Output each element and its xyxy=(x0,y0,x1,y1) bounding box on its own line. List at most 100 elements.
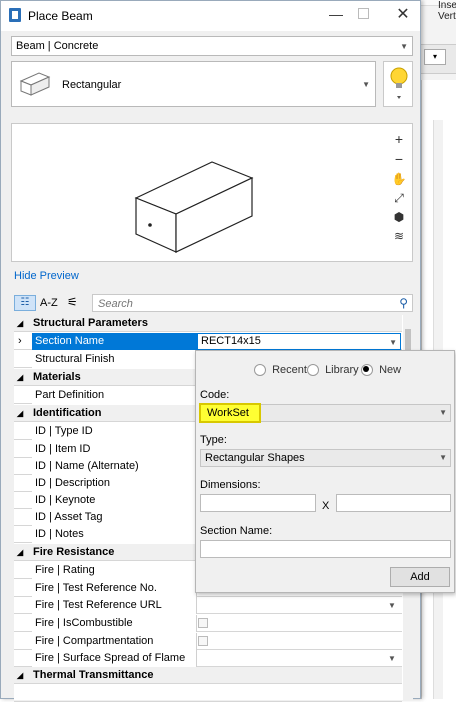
hide-preview-link[interactable]: Hide Preview xyxy=(14,270,79,282)
radio-new[interactable]: New xyxy=(361,364,401,377)
ribbon-vertex-label[interactable]: Verte xyxy=(438,11,456,22)
chevron-down-icon: ▼ xyxy=(389,338,397,347)
chevron-down-icon: ▼ xyxy=(362,80,370,89)
collapse-icon: ◢ xyxy=(17,409,24,418)
preview-toolbar: + − ✋ ⤢ ⬢ ≋ xyxy=(389,127,410,249)
zoom-in-icon[interactable]: + xyxy=(389,129,409,149)
part-definition-label: Part Definition xyxy=(32,387,197,404)
row-fire-surface-spread[interactable]: Fire | Surface Spread of Flame ▼ xyxy=(14,650,402,667)
row-fire-compartmentation[interactable]: Fire | Compartmentation xyxy=(14,633,402,650)
title-bar: Place Beam — ✕ xyxy=(1,1,420,31)
pan-hand-icon[interactable]: ✋ xyxy=(389,169,409,189)
id-notes-label: ID | Notes xyxy=(32,526,197,543)
add-button[interactable]: Add xyxy=(390,567,450,587)
category-structural[interactable]: ◢ Structural Parameters xyxy=(14,315,402,332)
id-description-label: ID | Description xyxy=(32,475,197,492)
chevron-down-icon[interactable]: ▼ xyxy=(388,597,396,614)
fit-view-icon[interactable]: ⤢ xyxy=(389,188,409,208)
preview-panel: + − ✋ ⤢ ⬢ ≋ xyxy=(11,123,413,262)
window-title: Place Beam xyxy=(28,9,93,23)
id-type-label: ID | Type ID xyxy=(32,423,197,440)
radio-recent-circle[interactable] xyxy=(254,364,266,377)
id-keynote-label: ID | Keynote xyxy=(32,492,197,509)
fire-test-ref-no-label: Fire | Test Reference No. xyxy=(32,580,197,597)
expand-arrow-icon: › xyxy=(18,335,22,347)
combustible-checkbox[interactable] xyxy=(198,618,208,628)
ribbon-insert-label[interactable]: Inse xyxy=(438,0,456,11)
chevron-down-icon: ▼ xyxy=(400,42,408,51)
row-fire-combustible[interactable]: Fire | IsCombustible xyxy=(14,615,402,632)
compartmentation-checkbox[interactable] xyxy=(198,636,208,646)
fire-compartmentation-label: Fire | Compartmentation xyxy=(32,633,197,650)
category-materials-label: Materials xyxy=(33,371,81,383)
category-thermal-label: Thermal Transmittance xyxy=(33,669,154,681)
category-structural-label: Structural Parameters xyxy=(33,317,148,329)
fire-surface-spread-label: Fire | Surface Spread of Flame xyxy=(32,650,197,667)
shape-label: Rectangular xyxy=(62,79,122,91)
chevron-down-icon[interactable]: ▼ xyxy=(388,650,396,667)
category-identification-label: Identification xyxy=(33,407,102,419)
fire-rating-label: Fire | Rating xyxy=(32,562,197,579)
radio-recent-label: Recent xyxy=(272,364,307,376)
filter-icon[interactable]: ⚟ xyxy=(67,295,87,309)
radio-library-circle[interactable] xyxy=(307,364,319,377)
zoom-out-icon[interactable]: − xyxy=(389,149,409,169)
section-name-field-label: Section Name: xyxy=(200,525,273,537)
section-name-combo[interactable]: RECT14x15 ▼ xyxy=(197,333,401,350)
dimension-x-label: X xyxy=(322,500,330,512)
search-input[interactable] xyxy=(96,296,390,312)
maximize-button[interactable] xyxy=(358,8,369,19)
code-combo[interactable]: WorkSet ▼ xyxy=(199,403,451,423)
dimension-height-input[interactable] xyxy=(336,494,451,512)
radio-new-circle[interactable] xyxy=(361,364,373,377)
sort-az-button[interactable]: A-Z xyxy=(40,297,60,309)
radio-recent[interactable]: Recent xyxy=(254,364,307,377)
background-dropdown[interactable]: ▾ xyxy=(424,49,446,65)
collapse-icon: ◢ xyxy=(17,319,24,328)
collapse-icon: ◢ xyxy=(17,548,24,557)
code-value: WorkSet xyxy=(199,403,261,423)
view-cube-icon[interactable]: ⬢ xyxy=(389,207,409,227)
code-label: Code: xyxy=(200,389,230,401)
search-icon[interactable]: ⚲ xyxy=(399,296,408,310)
type-combo[interactable]: Rectangular Shapes ▼ xyxy=(200,449,451,467)
chevron-down-icon: ▼ xyxy=(439,453,447,462)
minimize-button[interactable]: — xyxy=(326,6,346,26)
category-view-button[interactable]: ☷ xyxy=(14,295,36,311)
layers-icon[interactable]: ≋ xyxy=(389,226,409,246)
radio-library-label: Library xyxy=(325,364,359,376)
row-thermal-partial[interactable] xyxy=(14,685,402,702)
id-name-alt-label: ID | Name (Alternate) xyxy=(32,458,197,475)
dimensions-label: Dimensions: xyxy=(200,479,261,491)
id-item-label: ID | Item ID xyxy=(32,441,197,458)
beam-thumbnail-icon xyxy=(17,67,53,101)
family-combo-value: Beam | Concrete xyxy=(16,40,99,52)
family-combo[interactable]: Beam | Concrete ▼ xyxy=(11,36,413,56)
collapse-icon: ◢ xyxy=(17,671,24,680)
section-name-value: RECT14x15 xyxy=(201,335,261,347)
category-fire-label: Fire Resistance xyxy=(33,546,115,558)
category-thermal[interactable]: ◢ Thermal Transmittance xyxy=(14,667,402,684)
section-name-input[interactable] xyxy=(200,540,451,558)
section-popup: Recent Library New Code: WorkSet ▼ Type:… xyxy=(195,350,455,593)
beam-preview-image xyxy=(134,161,254,253)
app-icon xyxy=(9,8,21,22)
radio-library[interactable]: Library xyxy=(307,364,359,377)
dimension-width-input[interactable] xyxy=(200,494,316,512)
close-button[interactable]: ✕ xyxy=(393,4,413,24)
type-label: Type: xyxy=(200,434,227,446)
chevron-down-icon: ▼ xyxy=(439,408,447,417)
structural-finish-label: Structural Finish xyxy=(32,351,197,368)
background-toolbar: ▾ xyxy=(421,44,456,74)
fire-test-ref-url-label: Fire | Test Reference URL xyxy=(32,597,197,614)
lightbulb-icon xyxy=(390,67,408,99)
search-box[interactable]: ⚲ xyxy=(92,294,413,312)
id-asset-tag-label: ID | Asset Tag xyxy=(32,509,197,526)
collapse-icon: ◢ xyxy=(17,373,24,382)
fire-combustible-label: Fire | IsCombustible xyxy=(32,615,197,632)
row-fire-test-ref-url[interactable]: Fire | Test Reference URL ▼ xyxy=(14,597,402,614)
row-section-name[interactable]: › Section Name RECT14x15 ▼ xyxy=(14,333,402,350)
section-name-label: Section Name xyxy=(32,333,197,350)
shape-combo[interactable]: Rectangular ▼ xyxy=(11,61,376,107)
lightbulb-button[interactable] xyxy=(383,61,413,107)
